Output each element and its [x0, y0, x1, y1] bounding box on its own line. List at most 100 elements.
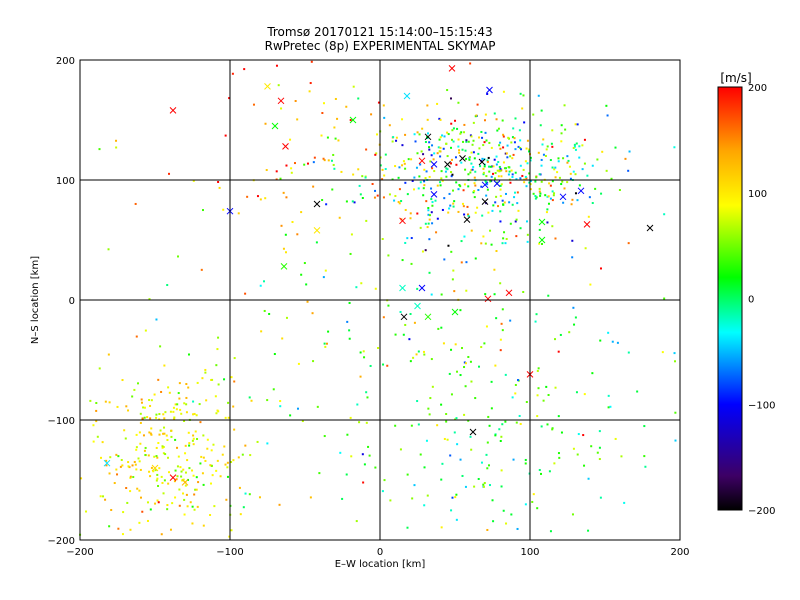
data-point [425, 200, 428, 203]
data-point [574, 123, 577, 126]
data-point [614, 437, 617, 440]
data-point [541, 242, 544, 245]
data-point [574, 316, 577, 319]
data-point [532, 192, 535, 195]
data-point [172, 406, 175, 409]
data-point [492, 172, 495, 175]
data-point [450, 509, 453, 512]
data-point [520, 148, 523, 151]
data-point [123, 429, 126, 432]
data-point [587, 529, 590, 532]
data-point [464, 149, 467, 152]
data-point [413, 176, 416, 179]
data-point [470, 448, 473, 451]
data-point [477, 477, 480, 480]
data-point [188, 444, 191, 447]
data-point [134, 202, 137, 205]
data-point [357, 168, 360, 171]
data-point [594, 187, 597, 190]
data-point [174, 469, 177, 472]
data-point [500, 435, 503, 438]
data-point [201, 472, 204, 475]
data-point [196, 505, 199, 508]
data-point [419, 226, 422, 229]
data-point [352, 173, 355, 176]
data-point [551, 428, 554, 431]
data-point [423, 168, 426, 171]
data-point [428, 218, 431, 221]
data-point [381, 168, 384, 171]
data-points [79, 60, 677, 538]
data-point [596, 451, 599, 454]
data-point [222, 208, 225, 211]
data-point [327, 330, 330, 333]
data-point [478, 136, 481, 139]
data-point [609, 405, 612, 408]
data-point [439, 146, 442, 149]
data-point [143, 406, 146, 409]
data-point [150, 399, 153, 402]
data-point [445, 413, 448, 416]
data-point [463, 213, 466, 216]
data-point [548, 182, 551, 185]
data-point [204, 459, 207, 462]
data-point [452, 127, 455, 130]
data-point [518, 129, 521, 132]
data-point [137, 457, 140, 460]
data-point [581, 144, 584, 147]
data-point [160, 390, 163, 393]
data-point [596, 158, 599, 161]
data-point [519, 177, 522, 180]
data-point [451, 173, 454, 176]
data-point [159, 429, 162, 432]
data-point [461, 474, 464, 477]
data-point [95, 402, 98, 405]
data-point [363, 463, 366, 466]
colorbar: [m/s] 200 100 0 −100 −200 [717, 71, 775, 517]
data-point [291, 220, 294, 223]
data-point [430, 154, 433, 157]
data-point [453, 290, 456, 293]
data-point [427, 209, 430, 212]
data-point [139, 468, 142, 471]
data-point [92, 424, 95, 427]
data-point [115, 139, 118, 142]
data-point [170, 435, 173, 438]
data-point [418, 133, 421, 136]
data-point [395, 136, 398, 139]
data-point [573, 323, 576, 326]
data-point [490, 407, 493, 410]
data-point [497, 175, 500, 178]
data-point [196, 438, 199, 441]
data-point [590, 445, 593, 448]
data-point [421, 127, 424, 130]
data-point [459, 132, 462, 135]
cross-marker [399, 217, 406, 225]
data-point [308, 90, 311, 93]
data-point [117, 455, 120, 458]
data-point [323, 342, 326, 345]
data-point [320, 134, 323, 137]
data-point [284, 233, 287, 236]
data-point [365, 148, 368, 151]
data-point [176, 403, 179, 406]
data-point [225, 498, 228, 501]
data-point [381, 238, 384, 241]
y-tick-label: 200 [56, 56, 75, 67]
data-point [495, 195, 498, 198]
data-point [187, 353, 190, 356]
data-point [554, 386, 557, 389]
data-point [404, 167, 407, 170]
data-point [386, 364, 389, 367]
data-point [334, 97, 337, 100]
data-point [436, 184, 439, 187]
data-point [401, 144, 404, 147]
data-point [463, 123, 466, 126]
data-point [281, 337, 284, 340]
data-point [330, 159, 333, 162]
x-tick-label: 0 [377, 547, 383, 558]
data-point [384, 167, 387, 170]
data-point [512, 153, 515, 156]
data-point [499, 141, 502, 144]
data-point [264, 197, 267, 200]
